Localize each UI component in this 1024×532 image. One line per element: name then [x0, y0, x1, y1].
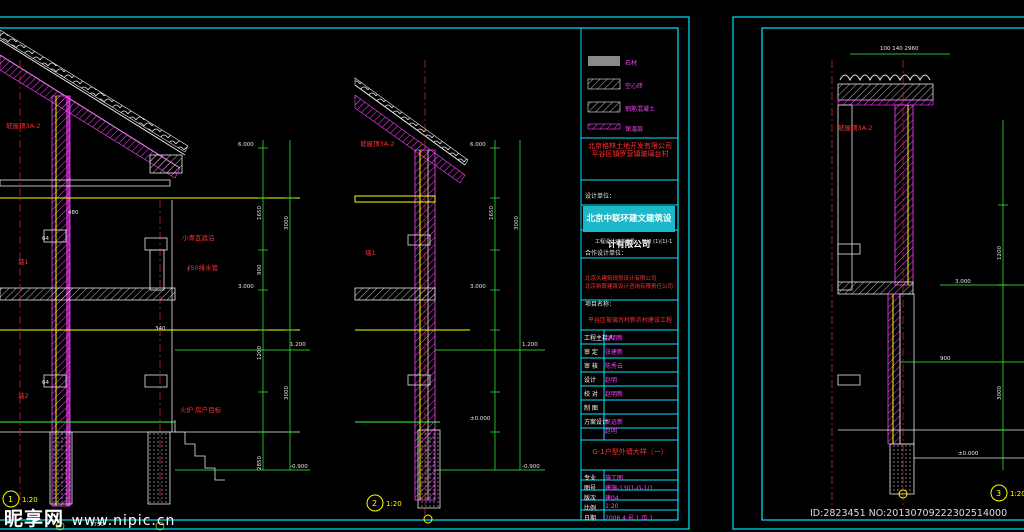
dim-64a: 64: [42, 236, 49, 242]
role-row: 工程主持人 赵明新: [584, 335, 624, 342]
dim-v-3000a: 3000: [284, 216, 290, 230]
watermark-url: www.nipic.cn: [71, 513, 176, 529]
label-wall1b: 墙1: [365, 248, 376, 257]
design-company: 北京中联环建文建筑设计有限公司: [583, 206, 675, 250]
role-row: 审 定张建新: [584, 349, 624, 356]
dim-right-top: 100 140 2960: [880, 46, 919, 52]
title-block: 石材 空心砖 钢筋混凝土 保温层 北京格林土地开发有限公司 平谷区镇罗营镇玻璃台…: [581, 28, 677, 528]
dim-mid-top: 6.000: [470, 142, 486, 148]
coop-label: 合作设计单位：: [585, 250, 628, 257]
label-roof-mid: 坡屋顶3A-2: [360, 139, 394, 148]
dim-ground: ±0.000: [958, 451, 979, 457]
label-section2-scale: 1:20: [386, 500, 402, 508]
dim-mid-3000: 3.000: [470, 284, 486, 290]
label-wall1: 墙1: [18, 257, 29, 266]
role-row: 校 对赵明新: [584, 391, 624, 398]
dim-left-neg: -0.900: [290, 464, 308, 470]
dim-mid-1200: 1.200: [522, 342, 538, 348]
design-unit-label: 设计单位：: [585, 193, 616, 200]
watermark-id: ID:2823451 NO:20130709222302514000: [810, 508, 1008, 519]
role-row: 设计 赵明: [584, 377, 618, 384]
client-name: 北京格林土地开发有限公司 平谷区镇罗营镇玻璃台村: [588, 142, 672, 158]
section-1-drawing: [0, 29, 300, 507]
dim-right-3000: 3.000: [955, 279, 971, 285]
label-window-sill: 小青瓦遮沿: [182, 233, 215, 242]
role-row: 方案设计 吴远新 赵明: [584, 419, 624, 435]
dim-right-900: 900: [940, 356, 951, 362]
dim-v-1200: 1200: [257, 346, 263, 360]
dim-mid-ground: ±0.000: [470, 416, 491, 422]
label-section2: 2: [372, 499, 377, 508]
label-roof-right: 坡屋顶3A-2: [838, 123, 872, 132]
role-row: 审 核陈秀云: [584, 363, 624, 370]
section-2-drawing: [354, 60, 470, 515]
dim-v-2850: 2850: [257, 456, 263, 470]
label-drain: ∮50排水管: [187, 263, 219, 272]
label-section3-scale: 1:20: [1010, 490, 1024, 498]
dim-v-1200-right: 1200: [997, 246, 1003, 260]
label-section1: 1: [8, 495, 13, 504]
label-section1-scale: 1:20: [22, 496, 38, 504]
coop-companies: 北京久建筑规划设计有限公司 北京新联建筑设计咨询有限责任公司: [585, 276, 674, 290]
section-1-dimensions: [175, 140, 310, 471]
watermark-brand-text: 昵享网: [4, 508, 65, 530]
project-label: 项目名称：: [585, 301, 616, 308]
dim-v-1650-mid: 1650: [489, 206, 495, 220]
dim-v-3000b: 3000: [284, 386, 290, 400]
dim-v-900: 900: [257, 264, 263, 275]
legend-insulation-label: 保温层: [625, 126, 644, 133]
label-wall2: 墙2: [18, 391, 29, 400]
cert-number: 工程设计证书编号： 甲级 (1)(1)-1: [595, 239, 673, 245]
label-section3: 3: [996, 489, 1001, 498]
dim-64b: 64: [42, 380, 49, 386]
legend-stone-label: 石材: [625, 60, 638, 67]
cad-drawing-canvas[interactable]: 坡屋顶3A-2 坡屋顶3A-2 坡屋顶3A-2 小青瓦遮沿 ∮50排水管 火炉·…: [0, 0, 1024, 532]
dim-left-top: 6.000: [238, 142, 254, 148]
dim-mid-neg: -0.900: [522, 464, 540, 470]
role-row: 制 图: [584, 405, 598, 412]
meta-row: 日期 2006.4 号 1 页 1: [584, 515, 654, 522]
label-fire: 火炉·房户目标: [180, 405, 222, 414]
legend-hollow-brick-label: 空心砖: [625, 83, 644, 90]
dim-340: 340: [155, 326, 166, 332]
label-roof-left: 坡屋顶3A-2: [6, 121, 40, 130]
dim-left-1200: 1.200: [290, 342, 306, 348]
dim-left-3000: 3.000: [238, 284, 254, 290]
dim-v-3000-mid: 3000: [514, 216, 520, 230]
dim-480: 480: [68, 210, 79, 216]
dim-v-1650: 1650: [257, 206, 263, 220]
watermark-brand: 昵享网 www.nipic.cn: [4, 504, 175, 531]
dim-v-3000-right: 3000: [997, 386, 1003, 400]
section-3-dimensions: [850, 53, 1024, 470]
drawing-title: G-1户型外墙大样（一）: [592, 448, 668, 456]
project-name: 平谷区玻璃台村新农村建设工程: [587, 317, 672, 324]
legend-concrete-label: 钢筋混凝土: [625, 106, 656, 113]
